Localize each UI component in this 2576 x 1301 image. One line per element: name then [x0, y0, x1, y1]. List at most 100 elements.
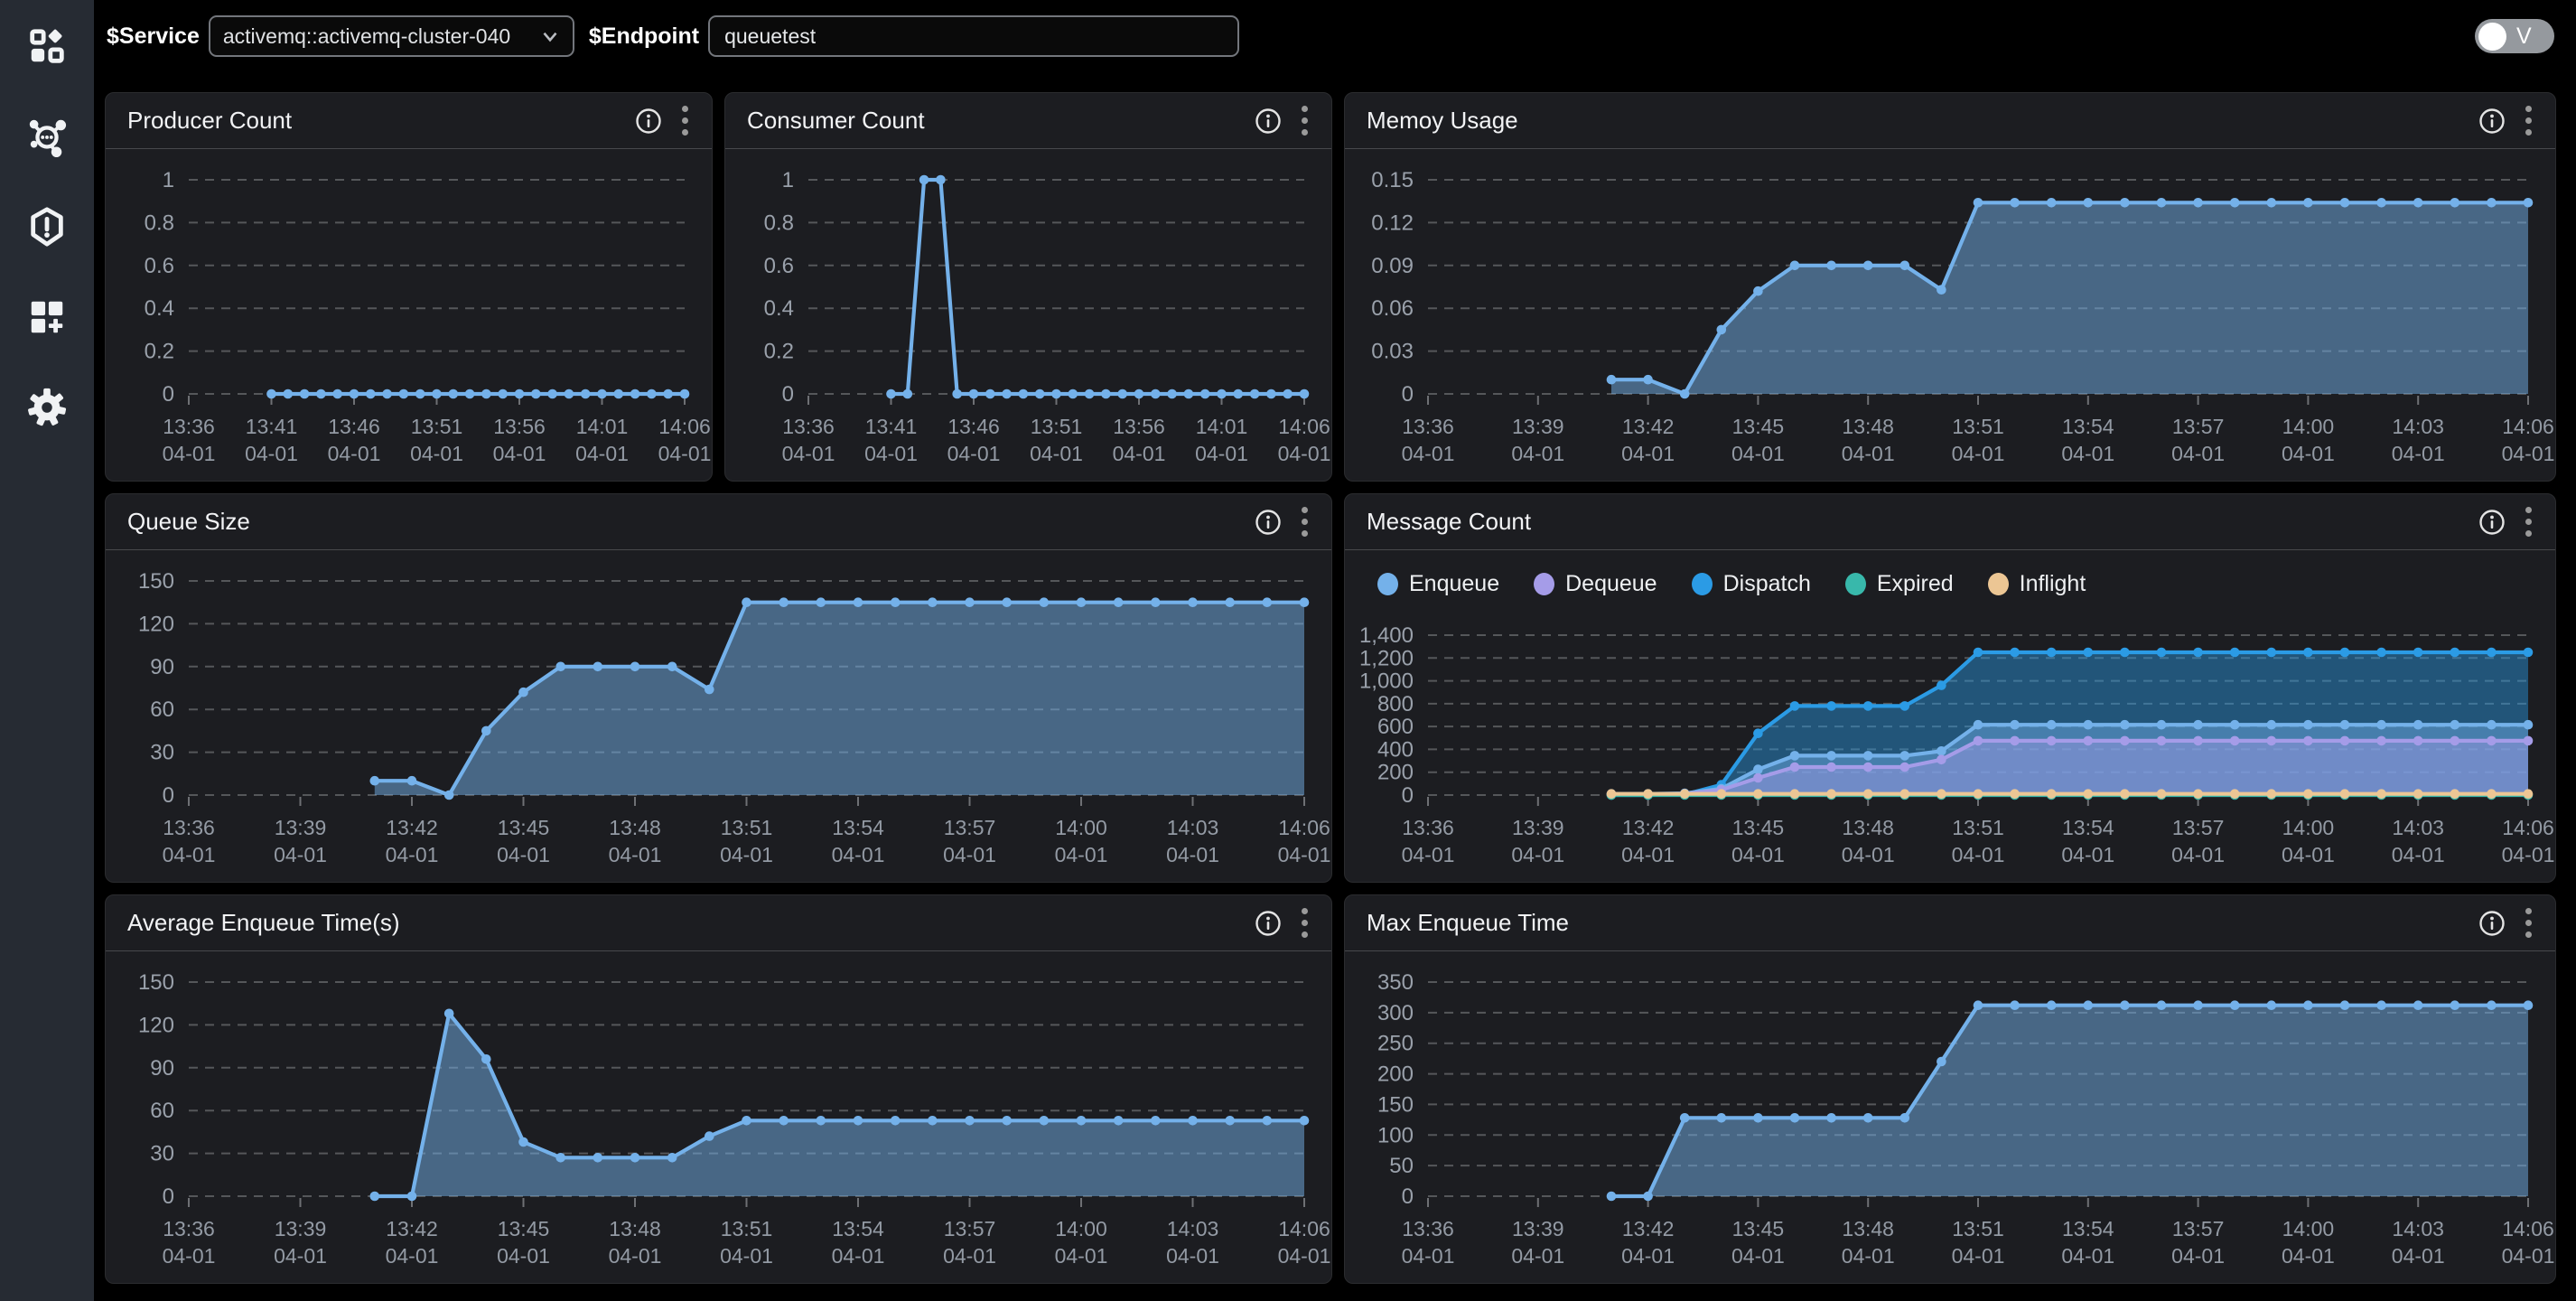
svg-text:120: 120 [138, 1013, 174, 1037]
info-icon[interactable] [1255, 910, 1282, 937]
svg-text:04-01: 04-01 [1952, 1244, 2005, 1268]
svg-text:150: 150 [138, 970, 174, 995]
plot-region[interactable]: 1,4001,2001,000800600400200013:3604-0113… [1345, 604, 2555, 882]
svg-text:04-01: 04-01 [1166, 1244, 1219, 1268]
svg-text:400: 400 [1377, 737, 1414, 762]
svg-text:04-01: 04-01 [864, 442, 918, 465]
svg-text:13:57: 13:57 [944, 816, 996, 839]
info-icon[interactable] [2478, 509, 2506, 536]
legend-item-enqueue[interactable]: Enqueue [1377, 571, 1499, 597]
svg-text:13:48: 13:48 [609, 816, 661, 839]
topbar: $Service activemq::activemq-cluster-040 … [94, 0, 2576, 72]
svg-text:0.09: 0.09 [1371, 254, 1414, 278]
info-icon[interactable] [1255, 108, 1282, 135]
svg-text:13:51: 13:51 [721, 816, 773, 839]
svg-text:60: 60 [150, 1099, 174, 1123]
svg-text:13:51: 13:51 [721, 1217, 773, 1240]
info-icon[interactable] [2478, 910, 2506, 937]
svg-text:14:00: 14:00 [1055, 816, 1107, 839]
memory-usage-chart[interactable]: 0.150.120.090.060.03013:3604-0113:3904-0… [1345, 149, 2555, 481]
consumer-count-chart[interactable]: 10.80.60.40.2013:3604-0113:4104-0113:460… [725, 149, 1331, 481]
plot-region[interactable]: 150120906030013:3604-0113:3904-0113:4204… [106, 951, 1331, 1283]
plot-region[interactable]: 150120906030013:3604-0113:3904-0113:4204… [106, 550, 1331, 882]
svg-text:0: 0 [163, 1184, 174, 1209]
svg-text:04-01: 04-01 [163, 843, 216, 866]
message-count-chart[interactable]: EnqueueDequeueDispatchExpiredInflight1,4… [1345, 550, 2555, 882]
svg-text:04-01: 04-01 [497, 1244, 550, 1268]
svg-text:0.8: 0.8 [145, 211, 174, 235]
activemq-dashboard: { "topbar": { "service_label": "$Service… [0, 0, 2576, 1301]
svg-text:13:54: 13:54 [832, 1217, 884, 1240]
svg-text:13:36: 13:36 [1402, 415, 1454, 438]
alarm-icon[interactable] [25, 205, 69, 248]
kebab-menu-icon[interactable] [2520, 104, 2537, 137]
info-icon[interactable] [2478, 108, 2506, 135]
producer-count-chart[interactable]: 10.80.60.40.2013:3604-0113:4104-0113:460… [106, 149, 712, 481]
service-select[interactable]: activemq::activemq-cluster-040 [209, 15, 574, 57]
legend-item-expired[interactable]: Expired [1845, 571, 1954, 597]
service-select-value: activemq::activemq-cluster-040 [223, 24, 538, 49]
svg-text:13:51: 13:51 [1952, 1217, 2004, 1240]
chart-legend: Enqueue Dequeue Dispatch Expired Inflight [1345, 550, 2555, 604]
plot-region[interactable]: 10.80.60.40.2013:3604-0113:4104-0113:460… [106, 149, 712, 481]
svg-text:04-01: 04-01 [1055, 843, 1108, 866]
svg-text:04-01: 04-01 [497, 843, 550, 866]
kebab-menu-icon[interactable] [1296, 505, 1313, 538]
queue-size-chart[interactable]: 150120906030013:3604-0113:3904-0113:4204… [106, 550, 1331, 882]
svg-text:04-01: 04-01 [720, 843, 773, 866]
svg-text:04-01: 04-01 [1621, 442, 1675, 465]
legend-swatch [1845, 573, 1866, 595]
svg-text:13:39: 13:39 [1512, 415, 1564, 438]
version-toggle[interactable]: V [2475, 19, 2554, 53]
legend-item-dequeue[interactable]: Dequeue [1534, 571, 1657, 597]
svg-text:0.15: 0.15 [1371, 168, 1414, 192]
svg-text:100: 100 [1377, 1123, 1414, 1147]
svg-text:13:42: 13:42 [1622, 816, 1675, 839]
legend-item-inflight[interactable]: Inflight [1988, 571, 2086, 597]
svg-text:04-01: 04-01 [2502, 1244, 2555, 1268]
plot-region[interactable]: 0.150.120.090.060.03013:3604-0113:3904-0… [1345, 149, 2555, 481]
svg-text:13:48: 13:48 [609, 1217, 661, 1240]
legend-swatch [1988, 573, 2009, 595]
svg-text:14:03: 14:03 [1167, 1217, 1219, 1240]
svg-text:04-01: 04-01 [609, 1244, 662, 1268]
svg-text:13:42: 13:42 [1622, 415, 1675, 438]
info-icon[interactable] [635, 108, 662, 135]
panel-memory-usage: Memoy Usage 0.150.120.090.060.03013:3604… [1344, 92, 2556, 482]
endpoint-input[interactable] [708, 15, 1239, 57]
svg-text:13:41: 13:41 [246, 415, 298, 438]
svg-text:0.6: 0.6 [764, 254, 794, 278]
topology-icon[interactable] [25, 115, 69, 158]
svg-text:14:06: 14:06 [658, 415, 711, 438]
legend-item-dispatch[interactable]: Dispatch [1692, 571, 1811, 597]
info-icon[interactable] [1255, 509, 1282, 536]
marketplace-icon[interactable] [25, 295, 69, 339]
svg-text:0: 0 [1402, 1184, 1414, 1209]
svg-text:600: 600 [1377, 715, 1414, 739]
panel-message-count: Message Count Enqueue Dequeue Dispatch Expi… [1344, 493, 2556, 883]
svg-text:04-01: 04-01 [2392, 843, 2445, 866]
panel-title: Message Count [1367, 508, 2478, 536]
kebab-menu-icon[interactable] [677, 104, 694, 137]
svg-text:04-01: 04-01 [1278, 442, 1331, 465]
settings-gear-icon[interactable] [25, 386, 69, 429]
kebab-menu-icon[interactable] [2520, 906, 2537, 940]
svg-text:04-01: 04-01 [1842, 1244, 1895, 1268]
legend-label: Expired [1877, 571, 1954, 597]
svg-text:0.6: 0.6 [145, 254, 174, 278]
svg-text:13:36: 13:36 [163, 1217, 215, 1240]
svg-text:13:42: 13:42 [386, 816, 438, 839]
svg-text:13:45: 13:45 [1732, 816, 1785, 839]
plot-region[interactable]: 35030025020015010050013:3604-0113:3904-0… [1345, 951, 2555, 1283]
plot-region[interactable]: 10.80.60.40.2013:3604-0113:4104-0113:460… [725, 149, 1331, 481]
kebab-menu-icon[interactable] [1296, 906, 1313, 940]
svg-text:04-01: 04-01 [1731, 843, 1785, 866]
kebab-menu-icon[interactable] [1296, 104, 1313, 137]
max-enqueue-time-chart[interactable]: 35030025020015010050013:3604-0113:3904-0… [1345, 951, 2555, 1283]
svg-text:13:42: 13:42 [386, 1217, 438, 1240]
dashboard-icon[interactable] [25, 24, 69, 68]
kebab-menu-icon[interactable] [2520, 505, 2537, 538]
svg-text:1,200: 1,200 [1359, 646, 1414, 670]
svg-text:04-01: 04-01 [410, 442, 463, 465]
avg-enqueue-time-chart[interactable]: 150120906030013:3604-0113:3904-0113:4204… [106, 951, 1331, 1283]
